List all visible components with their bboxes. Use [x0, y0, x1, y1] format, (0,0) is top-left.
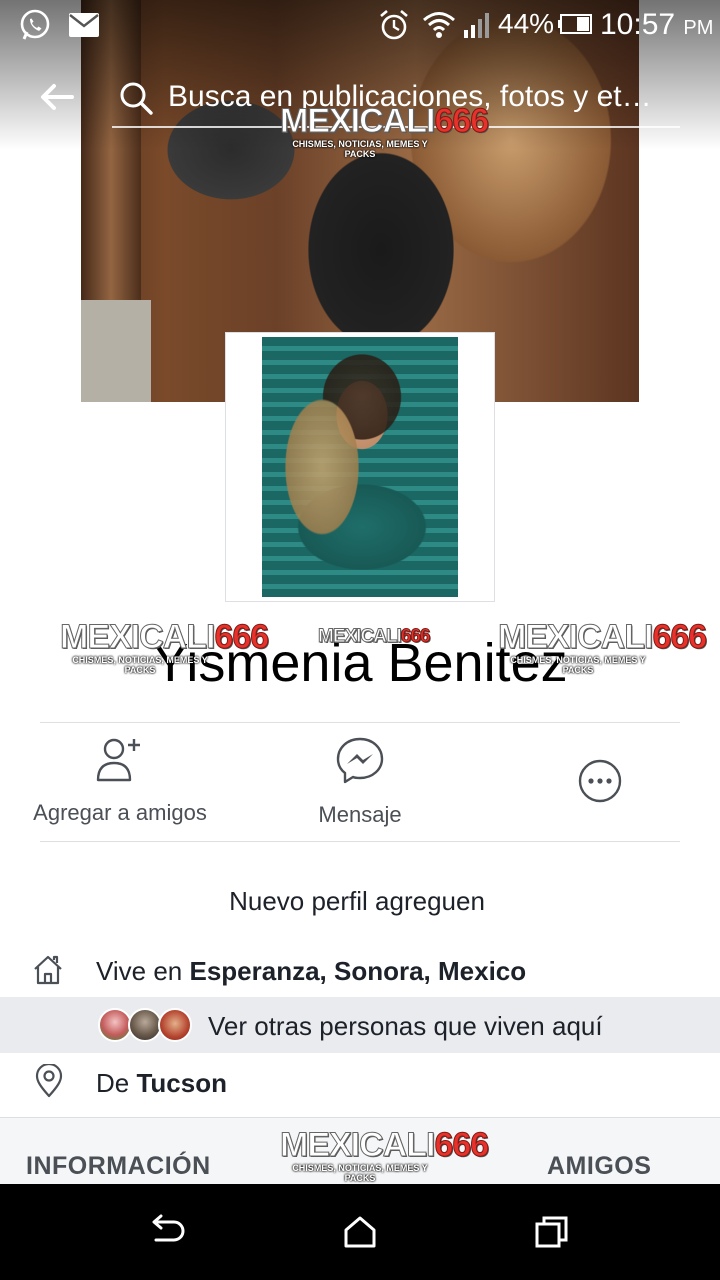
status-bar: 44% 10:57 PM	[0, 0, 720, 50]
from-prefix: De	[96, 1068, 137, 1098]
watermark-brand: MEXICALI	[59, 618, 215, 657]
watermark-number: 666	[434, 1126, 490, 1165]
watermark-brand: MEXICALI	[497, 618, 653, 657]
watermark-number: 666	[400, 626, 431, 648]
watermark-logo: MEXICALI666 CHISMES, NOTICIAS, MEMES Y P…	[497, 618, 707, 676]
watermark-tagline: CHISMES, NOTICIAS, MEMES Y PACKS	[292, 139, 428, 159]
clock-time: 10:57	[600, 8, 676, 41]
watermark-tagline: CHISMES, NOTICIAS, MEMES Y PACKS	[510, 655, 646, 675]
divider	[40, 722, 680, 723]
avatar-stack	[98, 1008, 202, 1042]
whatsapp-icon	[20, 9, 50, 40]
lives-place: Esperanza, Sonora, Mexico	[189, 956, 527, 986]
search-icon	[120, 82, 153, 115]
watermark-number: 666	[652, 618, 708, 657]
watermark-logo: MEXICALI666 CHISMES, NOTICIAS, MEMES Y P…	[279, 1126, 489, 1184]
avatar	[128, 1008, 162, 1042]
alarm-icon	[380, 10, 408, 40]
profile-bio: Nuevo perfil agreguen	[229, 886, 485, 916]
mail-icon	[69, 13, 99, 37]
nav-back-icon[interactable]	[148, 1214, 188, 1250]
see-others-label: Ver otras personas que viven aquí	[208, 1011, 603, 1041]
nav-home-icon[interactable]	[340, 1214, 380, 1250]
nav-recents-icon[interactable]	[532, 1214, 572, 1250]
watermark-logo: MEXICALI666	[318, 626, 431, 648]
watermark-brand: MEXICALI	[279, 102, 435, 141]
watermark-logo: MEXICALI666 CHISMES, NOTICIAS, MEMES Y P…	[59, 618, 269, 676]
message-button[interactable]: Mensaje	[300, 736, 420, 828]
wifi-icon	[423, 12, 455, 38]
message-label: Mensaje	[318, 802, 402, 827]
signal-icon	[464, 13, 489, 38]
avatar	[98, 1008, 132, 1042]
location-pin-icon	[35, 1064, 63, 1098]
add-friend-button[interactable]: Agregar a amigos	[20, 736, 220, 826]
battery-icon	[558, 14, 592, 34]
watermark-number: 666	[434, 102, 490, 141]
see-others-row[interactable]: Ver otras personas que viven aquí	[0, 997, 720, 1053]
lives-prefix: Vive en	[96, 956, 190, 986]
tab-friends[interactable]: AMIGOS	[547, 1152, 651, 1181]
cover-photo-floor	[81, 300, 151, 402]
from-place: Tucson	[136, 1068, 227, 1098]
home-icon	[34, 955, 62, 985]
more-options-button[interactable]	[570, 758, 630, 804]
tab-info[interactable]: INFORMACIÓN	[26, 1152, 211, 1181]
watermark-logo: MEXICALI666 CHISMES, NOTICIAS, MEMES Y P…	[279, 102, 489, 160]
from-row[interactable]: De Tucson	[0, 1062, 720, 1106]
back-arrow-icon[interactable]	[38, 82, 74, 112]
more-icon	[578, 759, 622, 803]
battery-percent: 44%	[498, 8, 555, 39]
watermark-brand: MEXICALI	[318, 626, 403, 648]
clock: 10:57 PM	[600, 8, 713, 42]
profile-photo-hair	[262, 337, 458, 597]
watermark-tagline: CHISMES, NOTICIAS, MEMES Y PACKS	[292, 1163, 428, 1183]
watermark-tagline: CHISMES, NOTICIAS, MEMES Y PACKS	[72, 655, 208, 675]
avatar	[158, 1008, 192, 1042]
divider	[40, 841, 680, 842]
watermark-number: 666	[214, 618, 270, 657]
watermark-brand: MEXICALI	[279, 1126, 435, 1165]
lives-in-row[interactable]: Vive en Esperanza, Sonora, Mexico	[0, 952, 720, 996]
add-friend-label: Agregar a amigos	[33, 800, 207, 825]
clock-suffix: PM	[683, 17, 714, 39]
messenger-icon	[336, 737, 384, 784]
add-friend-icon	[96, 738, 140, 782]
